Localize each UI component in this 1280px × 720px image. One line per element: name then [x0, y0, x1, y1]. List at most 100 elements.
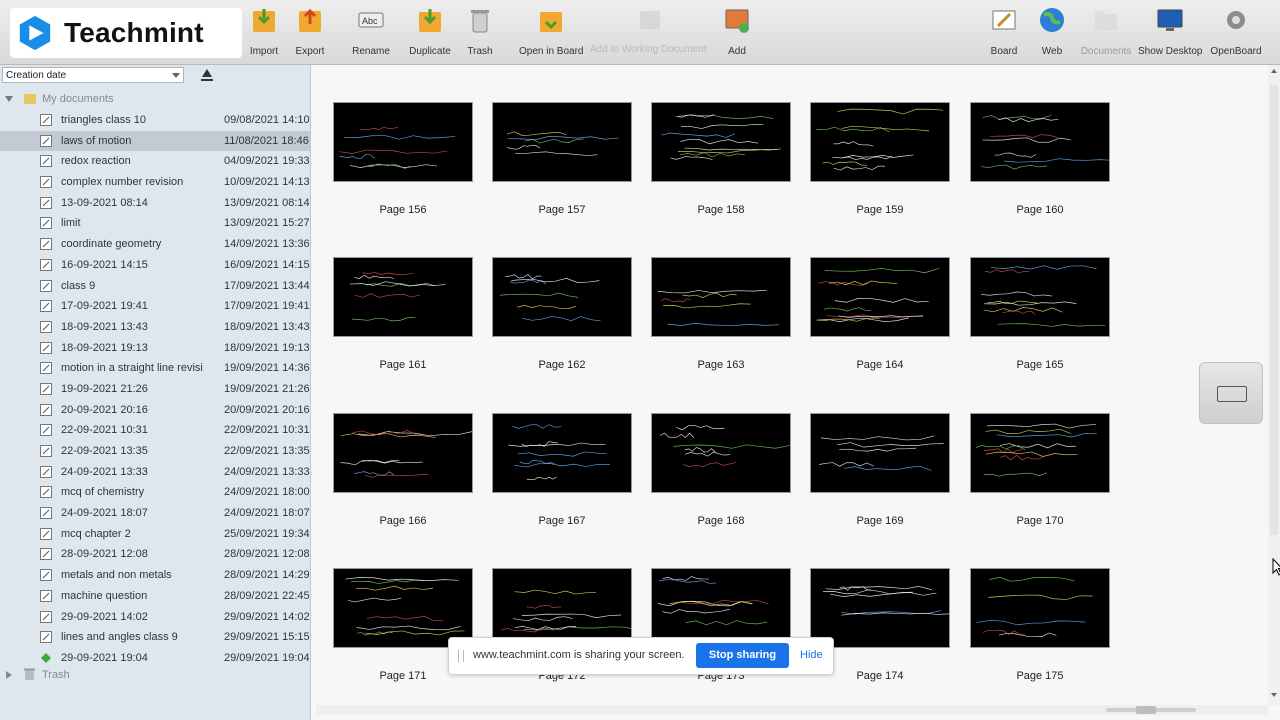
vertical-scrollbar[interactable] — [1268, 65, 1280, 705]
document-name: 22-09-2021 10:31 — [61, 424, 148, 437]
document-row[interactable]: 18-09-2021 13:43 18/09/2021 13:43 — [0, 317, 310, 338]
document-icon — [40, 176, 52, 189]
document-row[interactable]: mcq chapter 2 25/09/2021 19:34 — [0, 524, 310, 545]
toolbar-add-button[interactable]: Add — [705, 4, 769, 60]
document-row[interactable]: 20-09-2021 20:16 20/09/2021 20:16 — [0, 400, 310, 421]
page-thumbnail[interactable] — [492, 413, 632, 493]
page-preview-drawing — [981, 115, 1109, 170]
page-thumbnail[interactable] — [810, 102, 950, 182]
document-name: metals and non metals — [61, 569, 172, 582]
scroll-up-icon[interactable] — [1271, 69, 1277, 73]
document-icon — [40, 527, 52, 540]
document-icon — [40, 382, 52, 395]
collapse-arrow-icon[interactable] — [6, 671, 12, 679]
document-list: triangles class 10 09/08/2021 14:10 laws o… — [0, 110, 310, 669]
page-thumbnail[interactable] — [333, 102, 473, 182]
gear-icon — [1227, 11, 1245, 29]
page-label: Page 166 — [379, 515, 427, 527]
page-thumbnail[interactable] — [651, 257, 791, 337]
document-row[interactable]: 22-09-2021 13:35 22/09/2021 13:35 — [0, 441, 310, 462]
document-row[interactable]: 17-09-2021 19:41 17/09/2021 19:41 — [0, 296, 310, 317]
toolbar-folder-button[interactable]: Documents — [1074, 4, 1138, 60]
document-row[interactable]: 18-09-2021 19:13 18/09/2021 19:13 — [0, 338, 310, 359]
toolbar-export-button[interactable]: Export — [278, 4, 342, 60]
zoom-slider-handle[interactable] — [1136, 706, 1156, 714]
page-thumbnail[interactable] — [810, 257, 950, 337]
drag-handle-icon[interactable] — [458, 650, 464, 662]
zoom-slider[interactable] — [316, 705, 1268, 715]
page-thumbnail[interactable] — [810, 568, 950, 648]
page-preview-drawing — [508, 424, 610, 481]
document-row[interactable]: class 9 17/09/2021 13:44 — [0, 276, 310, 297]
document-row[interactable]: complex number revision 10/09/2021 14:13 — [0, 172, 310, 193]
page-thumbnail[interactable] — [651, 568, 791, 648]
page-thumbnail[interactable] — [492, 257, 632, 337]
sort-order-icon[interactable] — [198, 68, 216, 82]
document-name: 28-09-2021 12:08 — [61, 548, 148, 561]
document-row[interactable]: triangles class 10 09/08/2021 14:10 — [0, 110, 310, 131]
page-thumbnail[interactable] — [970, 568, 1110, 648]
document-row[interactable]: machine question 28/09/2021 22:45 — [0, 586, 310, 607]
toolbar-gear-button[interactable]: OpenBoard — [1204, 4, 1268, 60]
document-row[interactable]: 28-09-2021 12:08 28/09/2021 12:08 — [0, 544, 310, 565]
document-row[interactable]: redox reaction 04/09/2021 19:33 — [0, 151, 310, 172]
board-icon — [992, 10, 1016, 30]
toolbar-desktop-button[interactable]: Show Desktop — [1138, 4, 1202, 60]
document-date: 24/09/2021 18:00 — [224, 486, 310, 499]
virtual-keyboard-button[interactable] — [1199, 362, 1263, 424]
trash-folder[interactable]: Trash — [0, 666, 310, 684]
document-row[interactable]: mcq of chemistry 24/09/2021 18:00 — [0, 482, 310, 503]
document-row[interactable]: metals and non metals 28/09/2021 14:29 — [0, 565, 310, 586]
toolbar-open-in-board-button[interactable]: Open in Board — [519, 4, 584, 60]
hide-button[interactable]: Hide — [800, 649, 823, 661]
page-preview-drawing — [506, 131, 619, 156]
page-thumbnail[interactable] — [970, 413, 1110, 493]
page-thumbnail[interactable] — [333, 568, 473, 648]
document-icon — [40, 155, 52, 168]
document-date: 17/09/2021 19:41 — [224, 300, 310, 313]
toolbar-trash-button[interactable]: Trash — [448, 4, 512, 60]
toolbar-rename-button[interactable]: Abc Rename — [339, 4, 403, 60]
document-icon — [40, 589, 52, 602]
svg-text:Abc: Abc — [362, 16, 378, 26]
scrollbar-thumb[interactable] — [1270, 85, 1278, 535]
document-icon — [40, 507, 52, 520]
document-row[interactable]: 24-09-2021 18:07 24/09/2021 18:07 — [0, 503, 310, 524]
document-row[interactable]: 16-09-2021 14:15 16/09/2021 14:15 — [0, 255, 310, 276]
document-row[interactable]: limit 13/09/2021 15:27 — [0, 213, 310, 234]
document-row[interactable]: 19-09-2021 21:26 19/09/2021 21:26 — [0, 379, 310, 400]
document-row[interactable]: 13-09-2021 08:14 13/09/2021 08:14 — [0, 193, 310, 214]
toolbar-label: Trash — [467, 46, 493, 57]
expand-arrow-icon[interactable] — [5, 96, 13, 102]
document-name: 29-09-2021 14:02 — [61, 610, 148, 623]
document-row[interactable]: coordinate geometry 14/09/2021 13:36 — [0, 234, 310, 255]
page-thumbnail[interactable] — [333, 413, 473, 493]
page-preview-drawing — [816, 108, 944, 171]
page-label: Page 167 — [538, 515, 586, 527]
page-thumbnail[interactable] — [970, 257, 1110, 337]
scroll-down-icon[interactable] — [1271, 693, 1277, 697]
toolbar-label: Open in Board — [519, 46, 584, 57]
document-row[interactable]: laws of motion 11/08/2021 18:46 — [0, 130, 310, 152]
page-thumbnail[interactable] — [810, 413, 950, 493]
trash-icon — [471, 10, 489, 33]
document-row[interactable]: 22-09-2021 10:31 22/09/2021 10:31 — [0, 420, 310, 441]
rename-icon: Abc — [358, 12, 384, 28]
folder-icon — [1095, 11, 1117, 30]
page-thumbnail[interactable] — [651, 102, 791, 182]
page-thumbnail[interactable] — [651, 413, 791, 493]
page-thumbnail[interactable] — [970, 102, 1110, 182]
document-name: lines and angles class 9 — [61, 631, 178, 644]
sort-select[interactable]: Creation date — [2, 67, 184, 83]
page-thumbnail[interactable] — [333, 257, 473, 337]
document-row[interactable]: motion in a straight line revisi 19/09/20… — [0, 358, 310, 379]
document-icon — [40, 114, 52, 126]
document-row[interactable]: 29-09-2021 14:02 29/09/2021 14:02 — [0, 607, 310, 628]
document-row[interactable]: 24-09-2021 13:33 24/09/2021 13:33 — [0, 462, 310, 483]
document-row[interactable]: lines and angles class 9 29/09/2021 15:15 — [0, 627, 310, 648]
stop-sharing-button[interactable]: Stop sharing — [696, 643, 789, 668]
document-icon — [40, 465, 52, 478]
page-thumbnail[interactable] — [492, 102, 632, 182]
my-documents-folder[interactable]: My documents — [0, 90, 310, 109]
page-thumbnail[interactable] — [492, 568, 632, 648]
